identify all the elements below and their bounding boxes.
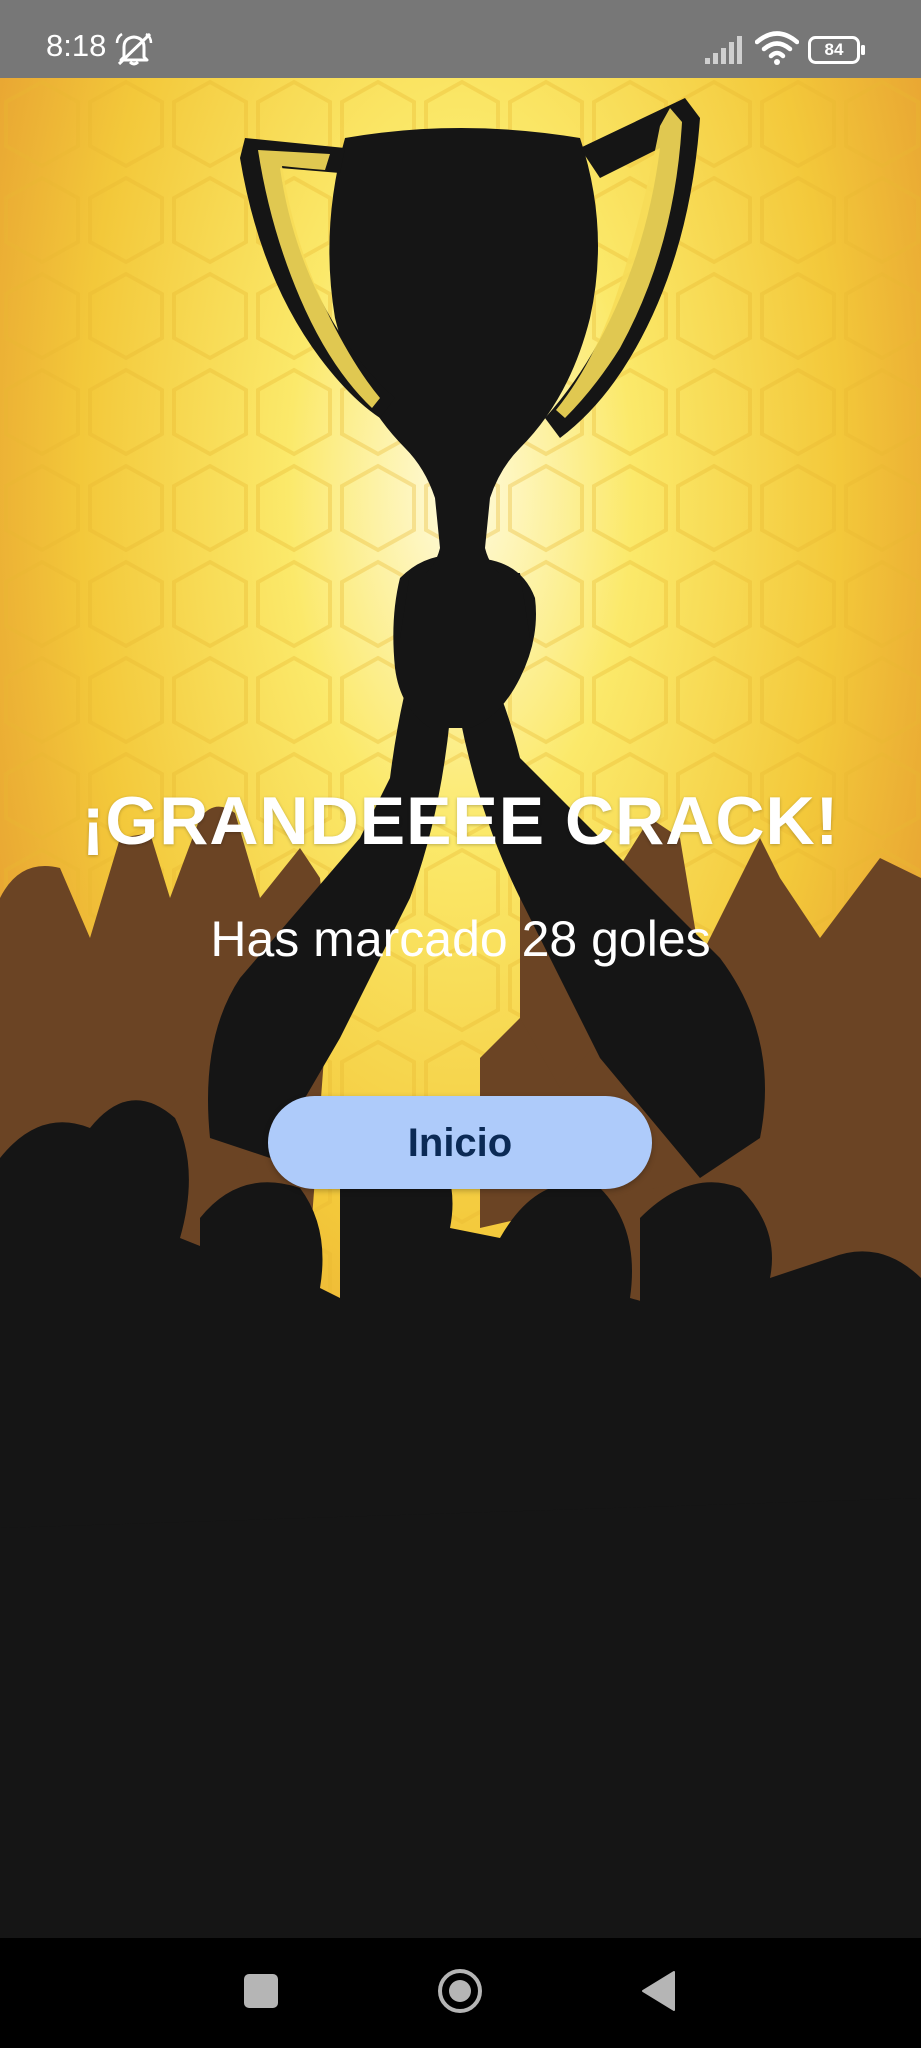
back-icon[interactable] — [640, 1970, 676, 2012]
result-subtitle: Has marcado 28 goles — [210, 911, 711, 967]
recents-icon[interactable] — [244, 1974, 278, 2008]
result-headline: ¡GRANDEEEE CRACK! — [81, 783, 840, 859]
status-time: 8:18 — [46, 28, 107, 63]
trophy-celebration-illustration — [0, 78, 921, 1938]
home-icon[interactable] — [437, 1968, 483, 2014]
battery-icon: 84 — [808, 36, 868, 64]
game-over-screen: 8:18 84 ¡GRANDEEEE CRACK! Has marcado 28… — [0, 0, 921, 2048]
notifications-off-icon — [115, 32, 153, 66]
battery-level: 84 — [824, 40, 844, 59]
navigation-bar — [0, 1938, 921, 2048]
start-button[interactable]: Inicio — [268, 1096, 652, 1189]
signal-icon — [705, 36, 742, 64]
status-bar: 8:18 84 — [0, 0, 921, 78]
wifi-icon — [755, 31, 799, 65]
